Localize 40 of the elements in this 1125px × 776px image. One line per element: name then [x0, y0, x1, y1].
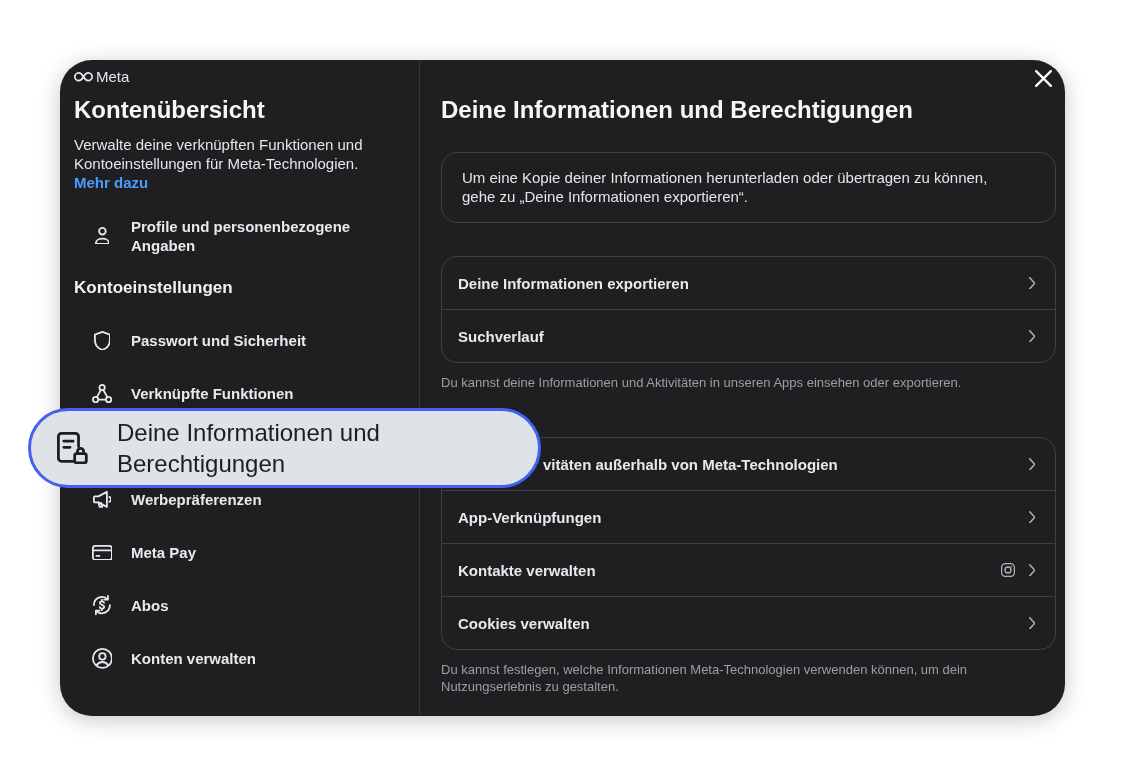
section-heading: Kontoeinstellungen — [74, 277, 234, 299]
sidebar-title: Kontenübersicht — [74, 95, 266, 125]
sidebar-item[interactable]: Werbepräferenzen — [74, 490, 405, 509]
chevron-right-icon — [1028, 457, 1035, 471]
settings-row[interactable]: Cookies verwalten — [442, 596, 1055, 649]
sidebar-item[interactable]: Verknüpfte Funktionen — [74, 383, 405, 404]
person-icon — [94, 226, 110, 245]
sidebar-item[interactable]: Deine Informationen und Berechtigungen — [28, 408, 541, 488]
document-lock-icon — [57, 431, 88, 465]
settings-row[interactable]: Kontakte verwalten — [442, 543, 1055, 596]
infinity-logo-icon — [74, 72, 93, 82]
camera-icon — [1000, 563, 1015, 577]
info-notice: Um eine Kopie deiner Informationen herunterladen oder übertragen zu können, gehe zu „Deine Informationen exportieren“. — [441, 152, 1056, 223]
chevron-right-icon — [1028, 329, 1035, 343]
sidebar-description: Verwalte deine verknüpften Funktionen und Kontoeinstellungen für Meta-Technologien. — [74, 135, 364, 173]
sidebar-item[interactable]: Passwort und Sicherheit — [74, 330, 405, 351]
chevron-right-icon — [1028, 616, 1035, 630]
section-footnote: Du kannst festlegen, welche Informationen Meta-Technologien verwenden können, um dein Nutzungserlebnis zu gestalten. — [441, 661, 969, 695]
account-circle-icon — [91, 648, 113, 669]
nodes-icon — [91, 383, 113, 404]
section-footnote: Du kannst deine Informationen und Aktivitäten in unseren Apps einsehen oder exportieren. — [441, 374, 963, 391]
settings-row[interactable]: vitäten außerhalb von Meta-Technologien — [543, 438, 1055, 490]
sidebar-item[interactable]: Abos — [74, 595, 405, 616]
settings-row[interactable]: Deine Informationen exportieren — [442, 257, 1055, 309]
chevron-right-icon — [1028, 276, 1035, 290]
chevron-right-icon — [1028, 563, 1035, 577]
chevron-right-icon — [1028, 510, 1035, 524]
dollar-cycle-icon — [93, 595, 111, 616]
sidebar-item[interactable]: Profile und personenbezogene Angaben — [74, 216, 405, 255]
brand-name: Meta — [96, 69, 130, 85]
learn-more-link[interactable]: Mehr dazu — [74, 173, 149, 192]
sidebar-item[interactable]: Meta Pay — [74, 543, 405, 562]
sidebar-item[interactable]: Konten verwalten — [74, 648, 405, 669]
credit-card-icon — [91, 544, 113, 561]
shield-icon — [93, 330, 111, 351]
settings-row[interactable]: Suchverlauf — [442, 309, 1055, 362]
page-title: Deine Informationen und Berechtigungen — [441, 95, 915, 125]
megaphone-icon — [92, 491, 112, 508]
close-icon — [1034, 69, 1052, 87]
settings-row[interactable]: App-Verknüpfungen — [442, 490, 1055, 543]
